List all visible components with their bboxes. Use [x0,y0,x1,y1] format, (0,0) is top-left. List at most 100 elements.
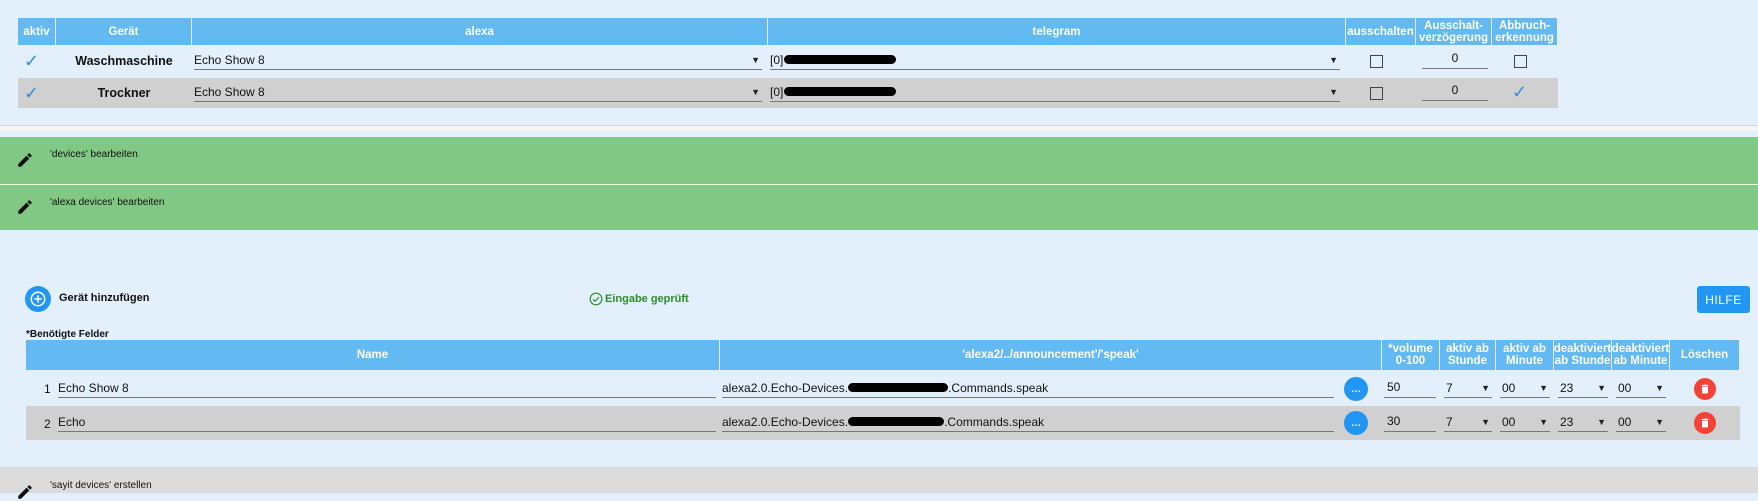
header-deakt-minute: deaktiviert ab Minute [1612,340,1670,370]
deakt-stunde-select[interactable]: 23 ▼ [1558,414,1608,432]
help-button[interactable]: HILFE [1697,286,1750,313]
pencil-icon[interactable] [16,151,34,169]
abbruch-checkbox[interactable] [1514,55,1527,68]
header-volume: *volume 0-100 [1382,340,1440,370]
header-aktiv: aktiv [18,18,56,45]
header-deakt-stunde: deaktiviert ab Stunde [1554,340,1612,370]
top-table: aktiv Gerät alexa telegram ausschalten A… [18,18,1558,110]
caret-down-icon: ▼ [751,54,760,65]
telegram-select[interactable]: [0] ▼ [770,52,1340,70]
delete-button[interactable] [1694,412,1716,434]
caret-down-icon: ▼ [1329,86,1338,97]
divider [0,125,1758,131]
volume-input[interactable]: 30 [1384,414,1436,432]
validated-label: Eingabe geprüft [605,293,689,305]
header-abbruch: Abbruch-erkennung [1492,18,1558,45]
volume-input[interactable]: 50 [1384,380,1436,398]
trash-icon [1701,384,1709,394]
ausschalten-checkbox[interactable] [1370,55,1383,68]
add-device-button[interactable] [25,286,51,312]
header-loeschen: Löschen [1670,340,1740,370]
header-geraet: Gerät [56,18,192,45]
redacted [848,383,949,392]
delay-input[interactable]: 0 [1422,83,1488,101]
caret-down-icon: ▼ [751,86,760,97]
table-row: ✓ Waschmaschine Echo Show 8 ▼ [0] ▼ 0 [18,46,1558,76]
more-button[interactable]: … [1344,377,1368,401]
telegram-select-value: [0] [770,52,784,67]
telegram-select[interactable]: [0] ▼ [770,84,1340,102]
section-sayit[interactable]: 'sayit devices' erstellen [0,467,1758,499]
caret-down-icon: ▼ [1539,382,1548,393]
alexa-select[interactable]: Echo Show 8 ▼ [194,52,762,70]
delay-input[interactable]: 0 [1422,51,1488,69]
alexa-table: Name 'alexa2/../announcement'/'speak' *v… [26,340,1740,440]
section-alexa-devices[interactable]: 'alexa devices' bearbeiten [0,185,1758,230]
row-index: 2 [44,417,51,431]
alexa-select[interactable]: Echo Show 8 ▼ [194,84,762,102]
check-icon[interactable]: ✓ [24,51,39,72]
caret-down-icon: ▼ [1481,382,1490,393]
deakt-minute-select[interactable]: 00 ▼ [1616,414,1666,432]
section-label: 'sayit devices' erstellen [50,480,152,491]
caret-down-icon: ▼ [1539,416,1548,427]
validated-status: Eingabe geprüft [589,292,689,306]
more-icon: … [1351,417,1361,429]
check-icon[interactable]: ✓ [24,83,39,104]
aktiv-minute-select[interactable]: 00 ▼ [1500,380,1550,398]
section-label: 'alexa devices' bearbeiten [50,197,165,208]
add-device-label[interactable]: Gerät hinzufügen [59,292,149,304]
table-row: 1 Echo Show 8 alexa2.0.Echo-Devices. .Com… [26,372,1740,406]
section-devices[interactable]: 'devices' bearbeiten [0,137,1758,184]
aktiv-stunde-select[interactable]: 7 ▼ [1444,380,1492,398]
redacted [784,87,897,96]
deakt-minute-select[interactable]: 00 ▼ [1616,380,1666,398]
alexa-select-value: Echo Show 8 [194,52,265,67]
name-input[interactable]: Echo Show 8 [58,380,716,398]
table-row: ✓ Trockner Echo Show 8 ▼ [0] ▼ 0 ✓ [18,78,1558,108]
header-alexa: alexa [192,18,768,45]
header-aktiv-stunde: aktiv ab Stunde [1440,340,1496,370]
header-telegram: telegram [768,18,1346,45]
row-index: 1 [44,382,51,396]
required-note: *Benötigte Felder [26,329,109,340]
name-value: Echo Show 8 [58,380,129,395]
header-name: Name [26,340,720,370]
path-suffix: .Commands.speak [948,380,1049,395]
table-row: 2 Echo alexa2.0.Echo-Devices. .Commands.s… [26,406,1740,440]
device-name: Trockner [97,86,151,100]
pencil-icon[interactable] [16,483,34,501]
caret-down-icon: ▼ [1597,382,1606,393]
check-icon[interactable]: ✓ [1512,82,1527,102]
path-prefix: alexa2.0.Echo-Devices. [722,414,849,429]
announce-input[interactable]: alexa2.0.Echo-Devices. .Commands.speak [722,380,1334,398]
caret-down-icon: ▼ [1655,416,1664,427]
ausschalten-checkbox[interactable] [1370,87,1383,100]
telegram-select-value: [0] [770,84,784,99]
device-name: Waschmaschine [75,54,173,68]
aktiv-stunde-select[interactable]: 7 ▼ [1444,414,1492,432]
delete-button[interactable] [1694,378,1716,400]
name-value: Echo [58,414,86,429]
path-prefix: alexa2.0.Echo-Devices. [722,380,849,395]
trash-icon [1701,418,1709,428]
redacted [784,55,897,64]
header-verzoegerung: Ausschalt-verzögerung [1416,18,1492,45]
add-circle-icon [30,291,46,307]
redacted [848,417,945,426]
section-label: 'devices' bearbeiten [50,149,138,160]
check-circle-icon [589,292,603,306]
caret-down-icon: ▼ [1481,416,1490,427]
aktiv-minute-select[interactable]: 00 ▼ [1500,414,1550,432]
caret-down-icon: ▼ [1655,382,1664,393]
name-input[interactable]: Echo [58,414,716,432]
announce-input[interactable]: alexa2.0.Echo-Devices. .Commands.speak [722,414,1334,432]
header-aktiv-minute: aktiv ab Minute [1496,340,1554,370]
pencil-icon[interactable] [16,198,34,216]
deakt-stunde-select[interactable]: 23 ▼ [1558,380,1608,398]
caret-down-icon: ▼ [1597,416,1606,427]
path-suffix: .Commands.speak [944,414,1045,429]
alexa-select-value: Echo Show 8 [194,84,265,99]
more-button[interactable]: … [1344,411,1368,435]
caret-down-icon: ▼ [1329,54,1338,65]
